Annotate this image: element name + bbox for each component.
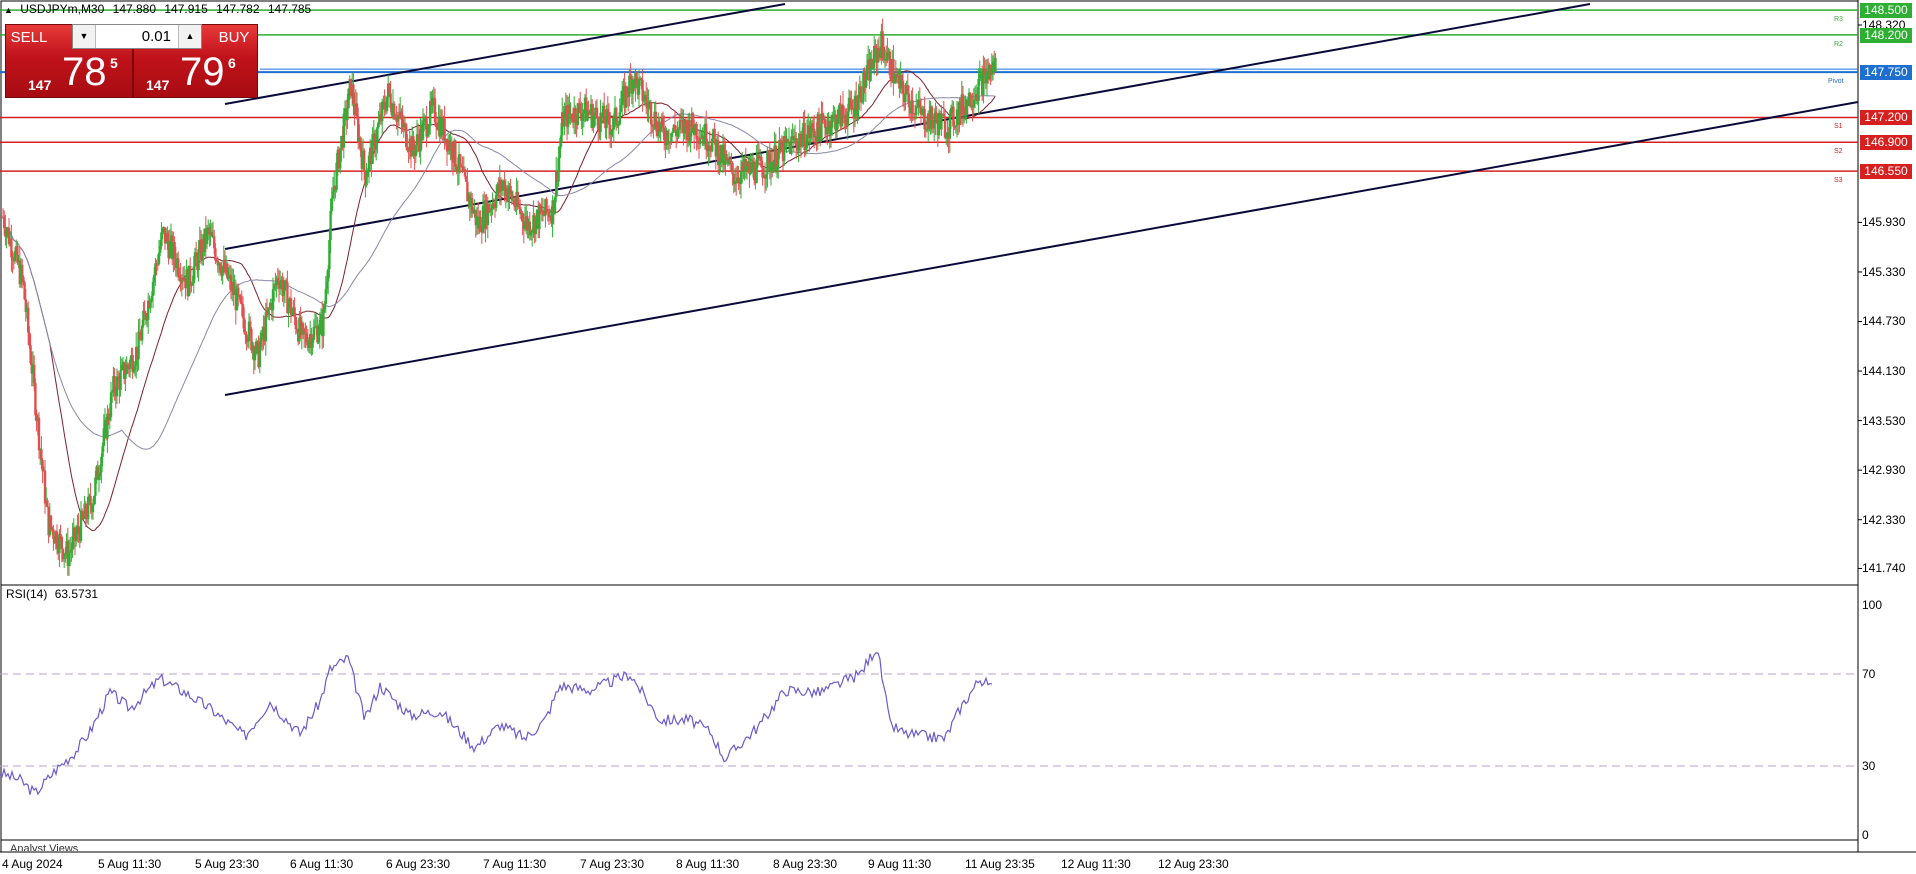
symbol-label: USDJPYm,M30 <box>20 2 105 16</box>
chart-area[interactable] <box>0 0 1916 874</box>
rsi-tick-label: 30 <box>1862 759 1876 773</box>
rsi-tick-label: 100 <box>1862 598 1883 612</box>
ohlc-open: 147.880 <box>112 2 157 16</box>
pivot-label-pivot: Pivot <box>1828 78 1844 86</box>
price-tick-label: 144.730 <box>1862 314 1906 329</box>
lot-increase-icon[interactable]: ▲ <box>178 25 201 48</box>
time-tick-label: 12 Aug 23:30 <box>1158 857 1229 871</box>
sell-price-big: 78 <box>62 50 107 94</box>
time-tick-label: 6 Aug 11:30 <box>290 857 354 871</box>
price-tick-label: 145.930 <box>1862 215 1906 230</box>
time-tick-label: 7 Aug 11:30 <box>483 857 547 871</box>
price-level-badge: 146.900 <box>1860 135 1912 151</box>
price-tick-label: 141.740 <box>1862 561 1906 576</box>
ohlc-close: 147.785 <box>267 2 312 16</box>
time-tick-label: 4 Aug 2024 <box>2 857 63 871</box>
time-tick-label: 6 Aug 23:30 <box>386 857 451 871</box>
one-click-trading-panel: SELL 147 78 5 BUY 147 79 6 ▼ 0.01 ▲ <box>5 24 258 98</box>
price-tick-label: 142.930 <box>1862 463 1906 478</box>
sell-price-prefix: 147 <box>28 77 52 93</box>
sell-label: SELL <box>10 29 48 46</box>
rsi-title: RSI(14) <box>6 587 48 601</box>
buy-label: BUY <box>218 29 250 46</box>
pivot-label-s2: S2 <box>1834 148 1843 156</box>
rsi-tick-label: 70 <box>1862 667 1876 681</box>
ohlc-low: 147.782 <box>216 2 260 16</box>
time-tick-label: 12 Aug 11:30 <box>1061 857 1131 871</box>
time-tick-label: 5 Aug 23:30 <box>195 857 260 871</box>
ohlc-high: 147.915 <box>164 2 208 16</box>
pivot-label-s1: S1 <box>1834 123 1843 131</box>
time-tick-label: 7 Aug 23:30 <box>580 857 645 871</box>
time-tick-label: 11 Aug 23:35 <box>965 857 1035 871</box>
sell-price-pip: 5 <box>110 55 118 71</box>
time-tick-label: 8 Aug 11:30 <box>676 857 740 871</box>
rsi-value: 63.5731 <box>54 587 99 601</box>
price-level-badge: 148.500 <box>1860 3 1912 19</box>
collapse-triangle-icon[interactable]: ▲ <box>4 5 13 15</box>
price-level-badge: 147.750 <box>1860 65 1912 81</box>
chart-header: ▲ USDJPYm,M30 147.880 147.915 147.782 14… <box>4 2 316 16</box>
lot-decrease-icon[interactable]: ▼ <box>73 25 96 48</box>
buy-price-prefix: 147 <box>146 77 170 93</box>
price-level-badge: 148.200 <box>1860 27 1912 43</box>
time-tick-label: 9 Aug 11:30 <box>868 857 932 871</box>
pivot-label-r3: R3 <box>1834 16 1843 24</box>
rsi-tick-label: 0 <box>1862 828 1869 842</box>
price-tick-label: 142.330 <box>1862 512 1906 527</box>
buy-price-big: 79 <box>180 50 225 94</box>
buy-price-pip: 6 <box>228 55 236 71</box>
pivot-label-r2: R2 <box>1834 40 1843 48</box>
price-tick-label: 145.330 <box>1862 264 1906 279</box>
price-level-badge: 146.550 <box>1860 164 1912 180</box>
pivot-label-s3: S3 <box>1834 177 1843 185</box>
price-tick-label: 144.130 <box>1862 364 1906 379</box>
analyst-views-label: Analyst Views <box>10 843 79 851</box>
time-tick-label: 5 Aug 11:30 <box>98 857 162 871</box>
lot-size-input[interactable]: ▼ 0.01 ▲ <box>72 24 202 49</box>
lot-size-value[interactable]: 0.01 <box>97 25 177 48</box>
rsi-header: RSI(14) 63.5731 <box>6 587 102 601</box>
price-tick-label: 143.530 <box>1862 413 1906 428</box>
price-level-badge: 147.200 <box>1860 110 1912 126</box>
time-tick-label: 8 Aug 23:30 <box>773 857 838 871</box>
